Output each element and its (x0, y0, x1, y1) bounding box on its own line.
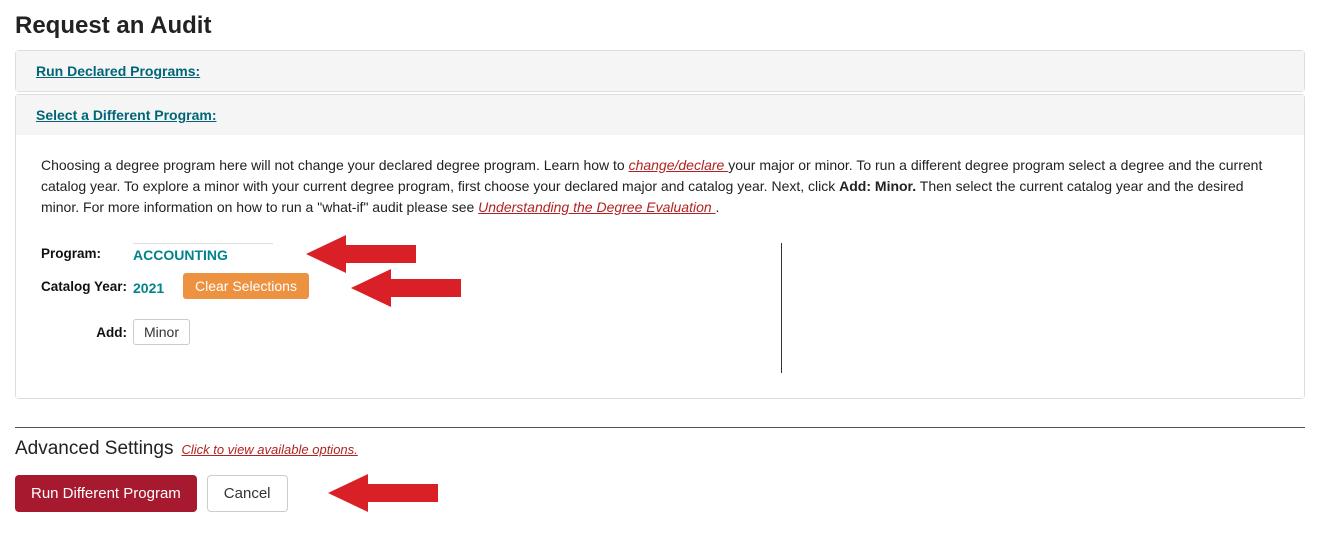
advanced-settings-link[interactable]: Click to view available options. (181, 442, 357, 457)
understanding-link[interactable]: Understanding the Degree Evaluation (478, 199, 715, 215)
run-different-program-button[interactable]: Run Different Program (15, 475, 197, 512)
add-label: Add: (73, 325, 133, 340)
select-different-link[interactable]: Select a Different Program: (36, 107, 217, 123)
catalog-year-value[interactable]: 2021 (133, 277, 173, 296)
info-seg-1: Choosing a degree program here will not … (41, 157, 629, 173)
clear-selections-button[interactable]: Clear Selections (183, 273, 309, 299)
info-seg-4: . (716, 199, 720, 215)
program-value[interactable]: ACCOUNTING (133, 243, 273, 263)
annotation-arrow-icon (328, 474, 438, 512)
page-title: Request an Audit (15, 12, 1305, 40)
row-program: Program: ACCOUNTING (41, 243, 781, 263)
row-catalog-year: Catalog Year: 2021 Clear Selections (41, 273, 781, 299)
run-declared-link[interactable]: Run Declared Programs: (36, 63, 200, 79)
change-declare-link[interactable]: change/declare (629, 157, 729, 173)
cancel-button[interactable]: Cancel (207, 475, 288, 512)
info-text: Choosing a degree program here will not … (41, 155, 1279, 218)
annotation-arrow-icon (351, 269, 461, 307)
advanced-settings-row: Advanced Settings Click to view availabl… (15, 438, 1305, 460)
panel-run-declared: Run Declared Programs: (15, 50, 1305, 92)
form-right-pane (781, 243, 1279, 373)
row-add: Add: Minor (41, 319, 781, 345)
separator (15, 427, 1305, 428)
info-bold-add-minor: Add: Minor. (839, 178, 916, 194)
add-minor-button[interactable]: Minor (133, 319, 190, 345)
program-label: Program: (41, 246, 133, 261)
panel-select-different: Select a Different Program: Choosing a d… (15, 94, 1305, 399)
action-row: Run Different Program Cancel (15, 474, 1305, 512)
annotation-arrow-icon (306, 235, 416, 273)
catalog-year-label: Catalog Year: (41, 279, 133, 294)
advanced-settings-title: Advanced Settings (15, 438, 173, 460)
